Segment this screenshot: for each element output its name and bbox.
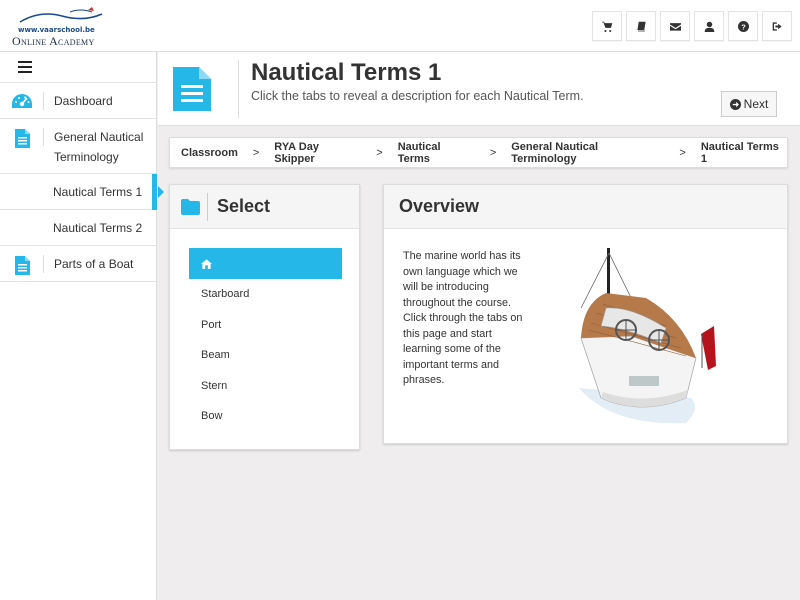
sign-out-icon xyxy=(772,21,782,31)
sailboat-image xyxy=(579,248,716,424)
book-button[interactable] xyxy=(626,11,656,41)
tab-starboard[interactable]: Starboard xyxy=(189,279,342,310)
page-title: Nautical Terms 1 xyxy=(251,59,442,86)
breadcrumb-item: Nautical Terms 1 xyxy=(700,140,779,165)
svg-text:?: ? xyxy=(741,22,746,31)
select-panel: Select Starboard Port Beam Stern Bow xyxy=(169,184,360,450)
breadcrumb-separator: > xyxy=(252,146,260,159)
tab-beam[interactable]: Beam xyxy=(189,340,342,371)
select-panel-title: Select xyxy=(217,196,271,216)
sidebar-item-general-nautical-terminology[interactable]: General Nautical Terminology xyxy=(0,119,156,174)
document-icon xyxy=(14,129,30,148)
document-icon xyxy=(173,67,211,111)
document-icon xyxy=(14,256,30,275)
messages-button[interactable] xyxy=(660,11,690,41)
dashboard-icon xyxy=(12,94,32,108)
overview-text: The marine world has its own language wh… xyxy=(403,250,523,386)
menu-toggle[interactable] xyxy=(0,52,156,83)
tab-bow[interactable]: Bow xyxy=(189,401,342,432)
tab-home[interactable] xyxy=(189,248,342,279)
sidebar-item-dashboard[interactable]: Dashboard xyxy=(0,83,156,119)
page-header: Nautical Terms 1 Click the tabs to revea… xyxy=(158,52,800,126)
folder-icon xyxy=(181,199,200,215)
breadcrumb-item[interactable]: Classroom xyxy=(181,147,238,159)
sidebar-item-parts-of-a-boat[interactable]: Parts of a Boat xyxy=(0,246,156,282)
term-tabs: Starboard Port Beam Stern Bow xyxy=(189,248,342,432)
sidebar-item-label: Dashboard xyxy=(54,94,113,108)
logo-wave-icon xyxy=(19,7,103,23)
help-button[interactable]: ? xyxy=(728,11,758,41)
overview-title: Overview xyxy=(399,196,480,216)
sidebar: Dashboard General Nautical Terminology N… xyxy=(0,52,164,600)
breadcrumb-separator: > xyxy=(376,146,383,159)
sidebar-item-label: General Nautical Terminology xyxy=(54,130,144,164)
breadcrumb-separator: > xyxy=(489,146,497,159)
sidebar-item-label: Parts of a Boat xyxy=(54,257,134,271)
next-button-label: Next xyxy=(743,97,769,111)
sidebar-item-label: Nautical Terms 1 xyxy=(53,184,143,199)
sidebar-item-label: Nautical Terms 2 xyxy=(53,220,143,235)
arrow-circle-right-icon xyxy=(729,98,741,110)
cart-button[interactable] xyxy=(592,11,622,41)
breadcrumb-item[interactable]: General Nautical Terminology xyxy=(511,141,664,165)
breadcrumb-item[interactable]: RYA Day Skipper xyxy=(274,141,361,165)
top-bar: www.vaarschool.be Online Academy ? xyxy=(0,0,800,52)
page-subtitle: Click the tabs to reveal a description f… xyxy=(251,89,584,103)
book-icon xyxy=(636,21,646,31)
home-icon xyxy=(201,258,212,269)
user-icon xyxy=(704,21,714,32)
overview-panel: Overview The marine world has its own la… xyxy=(383,184,788,444)
breadcrumb-separator: > xyxy=(679,146,686,159)
question-icon: ? xyxy=(737,20,749,32)
envelope-icon xyxy=(669,22,681,31)
tab-stern[interactable]: Stern xyxy=(189,371,342,402)
cart-icon xyxy=(601,21,612,32)
logo[interactable]: www.vaarschool.be Online Academy xyxy=(10,6,110,48)
breadcrumb-item[interactable]: Nautical Terms xyxy=(398,141,475,165)
next-button[interactable]: Next xyxy=(721,91,777,117)
profile-button[interactable] xyxy=(694,11,724,41)
breadcrumb: Classroom > RYA Day Skipper > Nautical T… xyxy=(169,137,788,168)
sidebar-item-nautical-terms-1[interactable]: Nautical Terms 1 xyxy=(0,174,164,210)
logo-url: www.vaarschool.be xyxy=(18,26,95,34)
tab-port[interactable]: Port xyxy=(189,310,342,341)
logout-button[interactable] xyxy=(762,11,792,41)
logo-name: Online Academy xyxy=(12,34,95,48)
sidebar-item-nautical-terms-2[interactable]: Nautical Terms 2 xyxy=(0,210,156,246)
